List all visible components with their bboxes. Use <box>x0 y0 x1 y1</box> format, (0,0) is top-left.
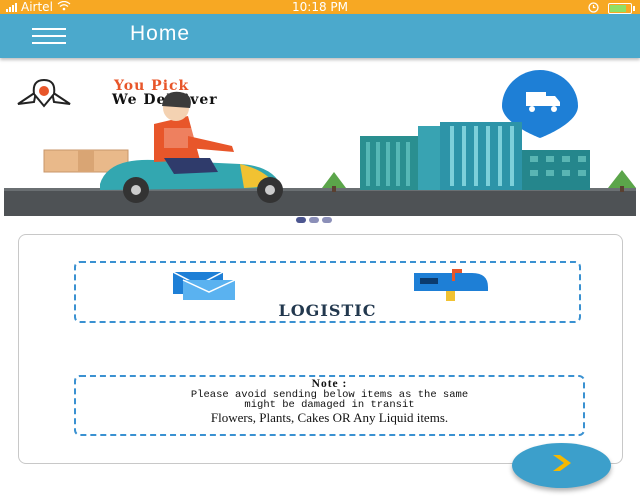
banner-page-indicator <box>296 217 332 223</box>
delivery-scooter <box>100 91 283 203</box>
next-button[interactable] <box>512 443 611 488</box>
page-indicator-dot[interactable] <box>296 217 306 223</box>
hamburger-menu-icon[interactable] <box>32 28 66 44</box>
brand-logo <box>17 78 71 108</box>
app-bar: Home <box>0 14 640 58</box>
note-line-2: might be damaged in transit <box>244 399 415 411</box>
banner-illustration: You Pick We Delhiver <box>4 70 636 216</box>
note-box: Note : Please avoid sending below items … <box>74 375 585 436</box>
home-card: LOGISTIC Note : Please avoid sending bel… <box>18 234 623 464</box>
logistic-service-button[interactable]: LOGISTIC <box>74 261 581 323</box>
city-buildings <box>360 122 590 190</box>
chevron-right-icon <box>550 454 574 477</box>
status-bar: Airtel 10:18 PM <box>0 0 640 14</box>
note-restricted-items: Flowers, Plants, Cakes OR Any Liquid ite… <box>210 410 449 425</box>
promo-banner[interactable]: You Pick We Delhiver <box>4 64 636 216</box>
clock-time: 10:18 PM <box>292 0 348 14</box>
battery-charging-icon <box>608 3 635 14</box>
page-title: Home <box>130 22 191 45</box>
page-indicator-dot[interactable] <box>322 217 332 223</box>
page-indicator-dot[interactable] <box>309 217 319 223</box>
service-label: LOGISTIC <box>278 301 377 320</box>
